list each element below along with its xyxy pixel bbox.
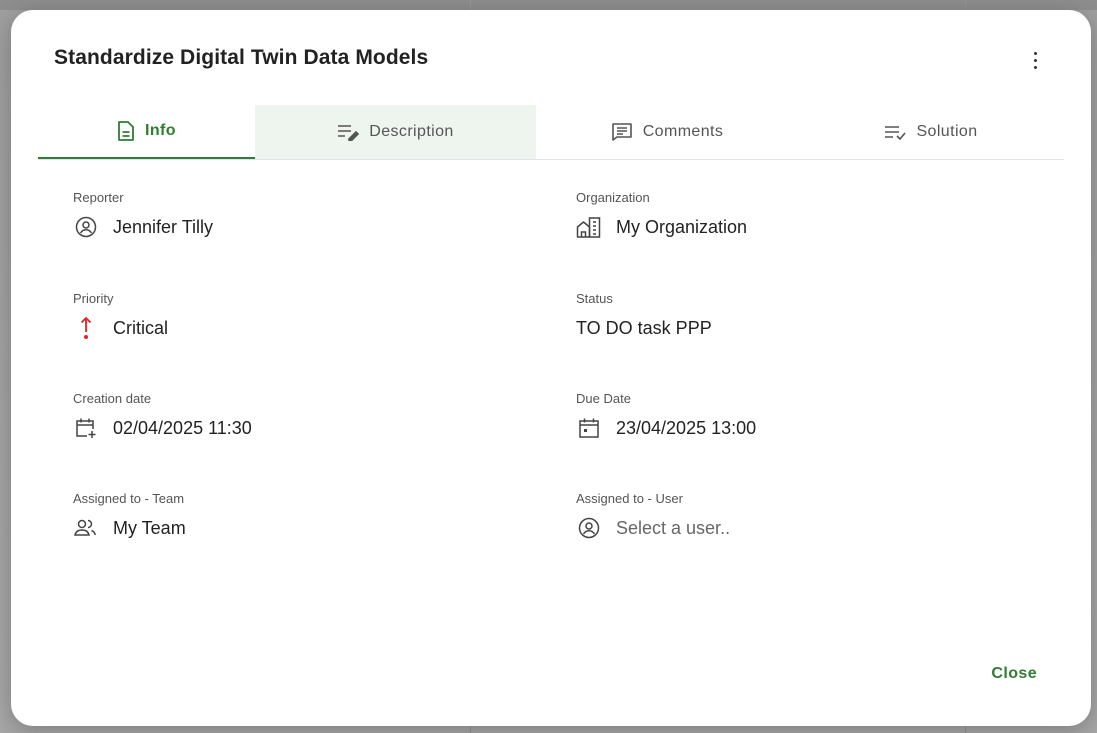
calendar-add-icon [73,416,99,440]
organization-field: Organization My Organization [576,190,747,239]
kebab-dot [1033,51,1037,55]
tab-label: Comments [642,123,724,140]
building-icon [576,215,602,239]
tab-info[interactable]: Info [38,105,255,159]
field-label: Creation date [73,391,152,406]
close-button[interactable]: Close [991,665,1037,683]
calendar-event-icon [576,416,602,440]
more-options-button[interactable] [1023,46,1047,74]
field-label: Due Date [576,391,631,406]
edit-lines-icon [337,123,360,141]
priority-up-icon [73,316,99,340]
kebab-dot [1033,65,1037,69]
status-value: TO DO task PPP [576,317,712,338]
due-date-value: 23/04/2025 13:00 [616,417,757,438]
field-label: Priority [73,291,114,306]
tab-label: Description [369,123,454,140]
priority-value: Critical [113,317,169,338]
file-text-icon [117,120,135,142]
creation-date-field: Creation date 02/04/2025 11:30 [73,391,252,440]
field-label: Reporter [73,190,124,205]
tab-comments[interactable]: Comments [536,105,798,159]
assigned-team-field: Assigned to - Team My Team [73,491,186,540]
creation-date-value: 02/04/2025 11:30 [113,417,252,438]
reporter-field: Reporter Jennifer Tilly [73,190,213,239]
background-header-strip [0,0,1097,10]
status-field: Status TO DO task PPP [576,291,712,340]
tab-solution[interactable]: Solution [798,105,1064,159]
tab-bar: Info Description Comments Solution [38,105,1064,160]
organization-value: My Organization [616,216,748,237]
dialog-title: Standardize Digital Twin Data Models [54,46,429,69]
user-circle-icon [576,516,602,540]
due-date-field: Due Date 23/04/2025 13:00 [576,391,756,440]
field-label: Assigned to - User [576,491,683,506]
user-circle-icon [73,215,99,239]
tab-label: Info [145,122,176,139]
list-check-icon [884,124,907,140]
user-select-placeholder[interactable]: Select a user.. [616,518,730,539]
priority-field: Priority Critical [73,291,168,340]
tab-label: Solution [916,123,978,140]
field-label: Organization [576,190,650,205]
comment-icon [611,122,633,142]
reporter-value: Jennifer Tilly [113,216,214,237]
team-value: My Team [113,517,186,538]
field-label: Assigned to - Team [73,491,185,506]
field-label: Status [576,291,613,306]
team-icon [73,516,99,540]
assigned-user-field[interactable]: Assigned to - User Select a user.. [576,491,730,540]
tab-description[interactable]: Description [255,105,536,159]
kebab-dot [1033,58,1037,62]
task-detail-dialog: Standardize Digital Twin Data Models Inf… [11,10,1091,726]
